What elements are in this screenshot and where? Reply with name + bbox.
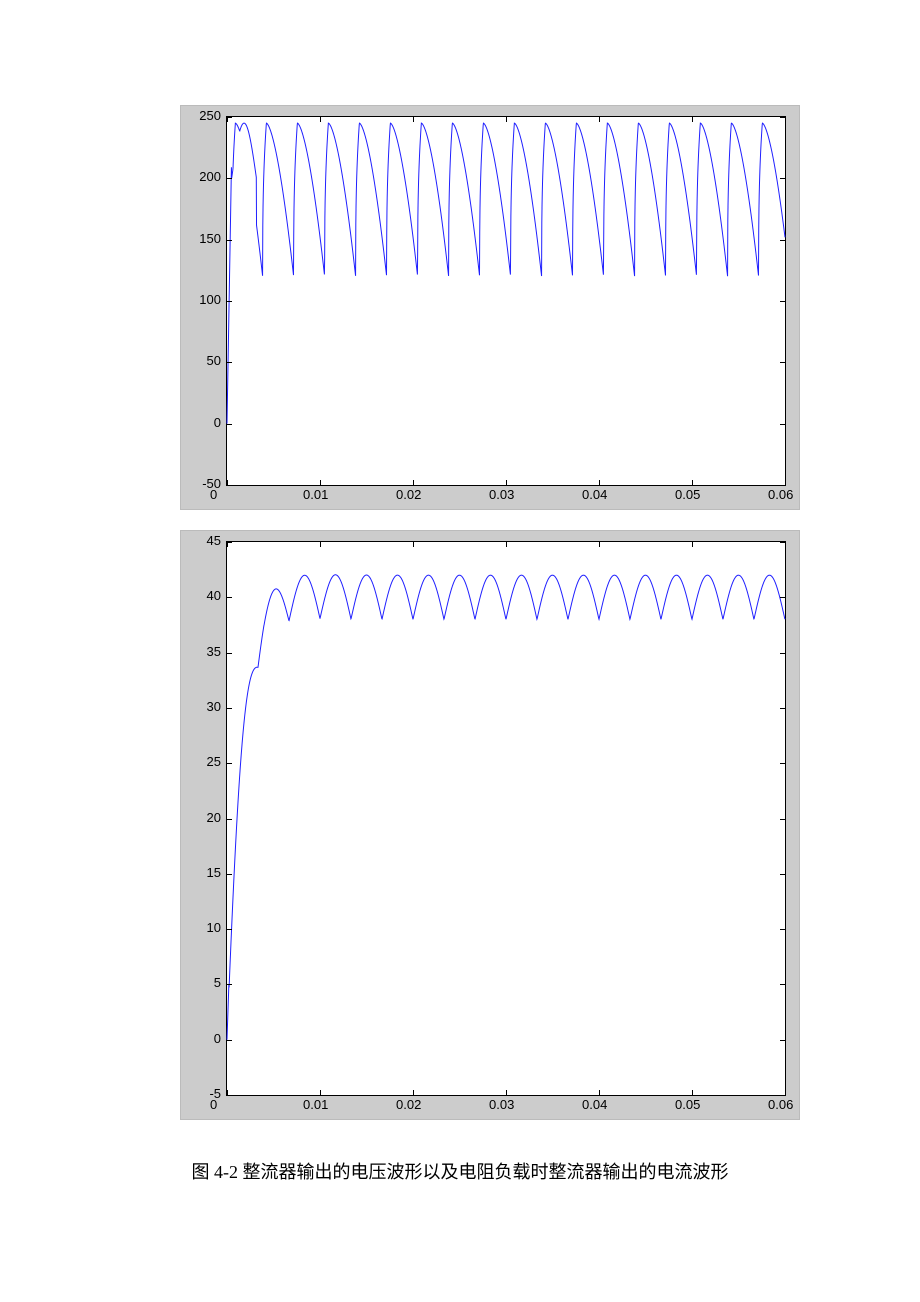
current-plot-area	[226, 541, 786, 1096]
y-tick	[780, 485, 785, 486]
x-tick-label: 0.05	[675, 1097, 700, 1112]
y-tick	[780, 819, 785, 820]
y-tick	[227, 301, 232, 302]
y-tick	[227, 929, 232, 930]
x-tick	[599, 542, 600, 547]
x-tick	[320, 542, 321, 547]
x-tick	[785, 542, 786, 547]
y-tick	[780, 240, 785, 241]
x-tick-label: 0.01	[303, 1097, 328, 1112]
y-tick	[227, 984, 232, 985]
x-tick	[785, 480, 786, 485]
y-tick	[227, 485, 232, 486]
x-tick	[320, 117, 321, 122]
x-tick	[413, 542, 414, 547]
y-tick-label: 200	[186, 169, 221, 184]
x-tick-label: 0.02	[396, 1097, 421, 1112]
x-tick	[506, 1090, 507, 1095]
x-tick	[413, 117, 414, 122]
y-tick	[227, 763, 232, 764]
x-tick-label: 0	[210, 1097, 217, 1112]
y-tick	[780, 424, 785, 425]
y-tick-label: 0	[186, 1031, 221, 1046]
y-tick	[780, 763, 785, 764]
y-tick	[780, 929, 785, 930]
y-tick-label: 10	[186, 920, 221, 935]
x-tick	[413, 1090, 414, 1095]
x-tick-label: 0	[210, 487, 217, 502]
y-tick-label: 0	[186, 415, 221, 430]
x-tick	[506, 117, 507, 122]
x-tick	[692, 117, 693, 122]
x-tick-label: 0.04	[582, 487, 607, 502]
y-tick	[227, 240, 232, 241]
x-tick	[785, 1090, 786, 1095]
y-tick	[227, 874, 232, 875]
x-tick	[692, 542, 693, 547]
y-tick	[780, 874, 785, 875]
voltage-plot-area	[226, 116, 786, 486]
x-tick	[320, 1090, 321, 1095]
y-tick-label: 40	[186, 588, 221, 603]
y-tick-label: 5	[186, 975, 221, 990]
x-tick-label: 0.06	[768, 487, 793, 502]
y-tick-label: 15	[186, 865, 221, 880]
x-tick-label: 0.01	[303, 487, 328, 502]
x-tick	[227, 480, 228, 485]
x-tick-label: 0.04	[582, 1097, 607, 1112]
y-tick	[227, 708, 232, 709]
y-tick-label: 50	[186, 353, 221, 368]
x-tick	[599, 480, 600, 485]
y-tick-label: 30	[186, 699, 221, 714]
x-tick	[413, 480, 414, 485]
y-tick	[780, 178, 785, 179]
y-tick	[780, 653, 785, 654]
x-tick	[227, 117, 228, 122]
x-tick	[227, 542, 228, 547]
current-chart-panel: -505101520253035404500.010.020.030.040.0…	[180, 530, 800, 1120]
y-tick-label: 20	[186, 810, 221, 825]
x-tick	[692, 480, 693, 485]
y-tick	[227, 1095, 232, 1096]
x-tick	[506, 542, 507, 547]
x-tick	[506, 480, 507, 485]
voltage-waveform	[227, 117, 785, 485]
y-tick	[780, 984, 785, 985]
x-tick	[599, 117, 600, 122]
y-tick	[227, 653, 232, 654]
y-tick	[780, 597, 785, 598]
x-tick	[599, 1090, 600, 1095]
y-tick-label: 100	[186, 292, 221, 307]
y-tick	[227, 819, 232, 820]
current-waveform	[227, 542, 785, 1095]
y-tick-label: 45	[186, 533, 221, 548]
y-tick-label: 35	[186, 644, 221, 659]
y-tick-label: 150	[186, 231, 221, 246]
y-tick	[227, 424, 232, 425]
x-tick-label: 0.05	[675, 487, 700, 502]
voltage-chart-panel: -5005010015020025000.010.020.030.040.050…	[180, 105, 800, 510]
x-tick-label: 0.02	[396, 487, 421, 502]
y-tick	[227, 362, 232, 363]
x-tick	[785, 117, 786, 122]
y-tick-label: 25	[186, 754, 221, 769]
x-tick	[692, 1090, 693, 1095]
y-tick	[780, 708, 785, 709]
y-tick	[227, 1040, 232, 1041]
figure-caption: 图 4-2 整流器输出的电压波形以及电阻负载时整流器输出的电流波形	[0, 1158, 920, 1184]
x-tick-label: 0.03	[489, 487, 514, 502]
y-tick-label: 250	[186, 108, 221, 123]
y-tick	[780, 362, 785, 363]
y-tick	[227, 597, 232, 598]
x-tick-label: 0.03	[489, 1097, 514, 1112]
x-tick	[227, 1090, 228, 1095]
x-tick	[320, 480, 321, 485]
x-tick-label: 0.06	[768, 1097, 793, 1112]
y-tick	[780, 301, 785, 302]
y-tick	[780, 1040, 785, 1041]
y-tick	[780, 1095, 785, 1096]
y-tick	[227, 178, 232, 179]
